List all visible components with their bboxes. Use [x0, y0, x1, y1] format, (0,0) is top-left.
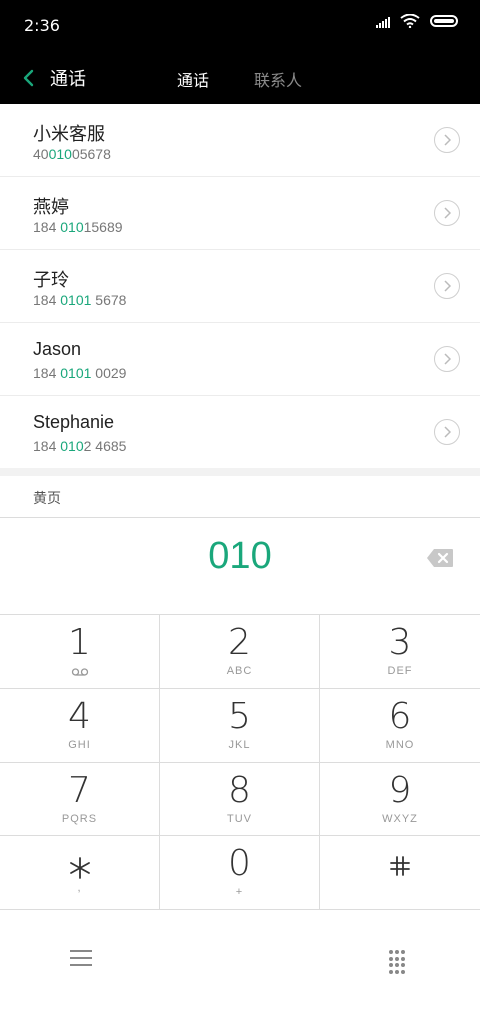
dialed-number-display: 010	[208, 535, 272, 577]
result-row[interactable]: 燕婷 184 01015689	[0, 177, 480, 250]
key-pound[interactable]	[320, 836, 480, 910]
chevron-right-icon	[444, 353, 451, 365]
key-0[interactable]: 0 +	[160, 836, 320, 910]
voicemail-icon	[71, 668, 88, 676]
key-letters: DEF	[387, 665, 413, 677]
key-letters: MNO	[385, 738, 415, 751]
keypad-toggle-icon[interactable]	[389, 950, 409, 974]
contact-number: 4001005678	[33, 146, 111, 162]
contact-detail-button[interactable]	[434, 200, 460, 226]
key-digit: 6	[388, 695, 412, 737]
section-divider	[0, 468, 480, 476]
contact-name: Stephanie	[33, 412, 115, 432]
backspace-icon[interactable]	[426, 548, 454, 568]
dial-keypad: 1 2 ABC 3 DEF 4 GHI 5 JKL 6 MNO 7 PQRS 8…	[0, 615, 480, 910]
contact-number: 184 0101 5678	[33, 292, 127, 308]
menu-icon[interactable]	[70, 950, 92, 970]
key-6[interactable]: 6 MNO	[320, 689, 480, 763]
contact-name: 燕婷	[33, 197, 69, 217]
battery-icon	[430, 15, 458, 27]
wifi-icon	[400, 14, 420, 28]
key-4[interactable]: 4 GHI	[0, 688, 160, 763]
key-8[interactable]: 8 TUV	[160, 762, 320, 837]
key-letters: GHI	[68, 738, 91, 751]
contact-detail-button[interactable]	[434, 127, 460, 153]
key-digit: 7	[68, 769, 91, 811]
contact-name: 子玲	[33, 270, 69, 290]
key-digit: 1	[68, 622, 91, 663]
key-digit: 0	[228, 843, 251, 885]
search-results: 小米客服 4001005678 燕婷 184 01015689 子玲 184 0…	[0, 104, 480, 469]
status-bar: 2:36	[0, 0, 480, 52]
bottom-bar	[0, 910, 480, 1013]
top-bar: 通话 通话 联系人	[0, 52, 480, 104]
contact-name: Jason	[33, 339, 82, 359]
key-letters: ,	[77, 882, 82, 895]
contact-detail-button[interactable]	[434, 419, 460, 445]
result-row[interactable]: Jason 184 0101 0029	[0, 323, 480, 396]
result-row[interactable]: 小米客服 4001005678	[0, 104, 480, 177]
contact-name: 小米客服	[33, 124, 105, 144]
key-digit: 3	[388, 622, 412, 663]
key-1[interactable]: 1	[0, 615, 160, 689]
asterisk-icon	[69, 857, 90, 880]
key-5[interactable]: 5 JKL	[160, 688, 320, 763]
key-letters: PQRS	[61, 812, 98, 825]
key-3[interactable]: 3 DEF	[320, 615, 480, 689]
key-7[interactable]: 7 PQRS	[0, 762, 160, 837]
result-row[interactable]: Stephanie 184 0102 4685	[0, 396, 480, 469]
key-letters: JKL	[228, 738, 251, 751]
divider	[0, 517, 480, 518]
contact-number: 184 0101 0029	[33, 365, 127, 381]
key-digit: 4	[68, 695, 91, 737]
key-2[interactable]: 2 ABC	[160, 615, 320, 689]
result-row[interactable]: 子玲 184 0101 5678	[0, 250, 480, 323]
key-letters: +	[235, 886, 244, 899]
contact-number: 184 01015689	[33, 219, 123, 235]
pound-icon	[390, 856, 410, 877]
signal-icon	[376, 14, 390, 28]
contact-detail-button[interactable]	[434, 346, 460, 372]
key-digit: 9	[388, 769, 412, 811]
contact-number: 184 0102 4685	[33, 438, 127, 454]
key-digit: 5	[228, 695, 251, 737]
tab-contacts[interactable]: 联系人	[254, 67, 302, 91]
contact-detail-button[interactable]	[434, 273, 460, 299]
back-button[interactable]	[14, 64, 42, 92]
key-digit: 2	[228, 622, 251, 663]
chevron-right-icon	[444, 280, 451, 292]
yellow-pages-link[interactable]: 黄页	[33, 488, 61, 508]
status-icons	[376, 14, 458, 28]
chevron-right-icon	[444, 207, 451, 219]
chevron-left-icon	[23, 69, 34, 87]
key-letters: TUV	[227, 812, 252, 825]
key-letters: WXYZ	[382, 812, 418, 825]
chevron-right-icon	[444, 134, 451, 146]
page-title: 通话	[50, 69, 86, 90]
key-9[interactable]: 9 WXYZ	[320, 763, 480, 837]
key-letters: ABC	[226, 665, 253, 677]
chevron-right-icon	[444, 426, 451, 438]
tab-calls[interactable]: 通话	[177, 67, 209, 91]
status-time: 2:36	[24, 16, 60, 35]
key-star[interactable]: ,	[0, 836, 160, 910]
key-digit: 8	[228, 769, 251, 811]
